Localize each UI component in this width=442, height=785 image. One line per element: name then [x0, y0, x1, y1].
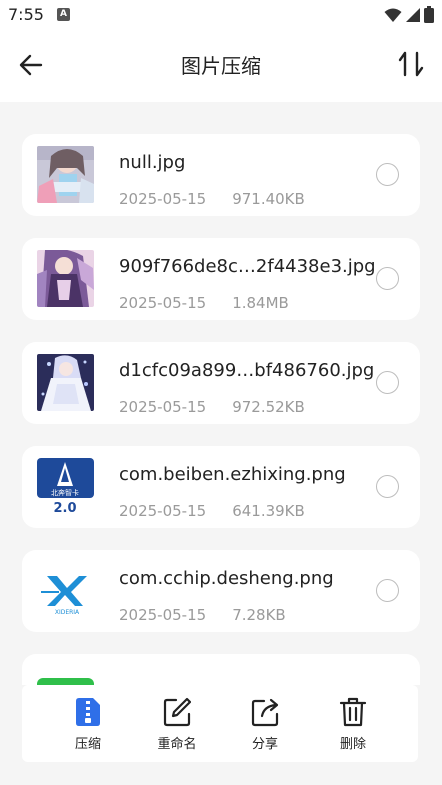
status-time: 7:55	[8, 5, 44, 24]
status-bar: 7:55 A	[0, 0, 442, 30]
list-item[interactable]: 北奔智卡 2.0 com.beiben.ezhixing.png 2025-05…	[22, 446, 420, 528]
app-bar: 图片压缩	[0, 30, 442, 102]
file-size: 7.28KB	[232, 606, 286, 624]
file-meta: 2025-05-15 1.84MB	[119, 294, 289, 312]
file-date: 2025-05-15	[119, 190, 207, 208]
thumbnail-image	[37, 146, 94, 203]
file-date: 2025-05-15	[119, 398, 207, 416]
select-radio[interactable]	[376, 371, 399, 394]
file-name: null.jpg	[119, 152, 186, 173]
bottom-spacer	[0, 762, 442, 785]
file-date: 2025-05-15	[119, 606, 207, 624]
thumbnail-image	[37, 250, 94, 307]
list-item[interactable]: 909f766de8c…2f4438e3.jpg 2025-05-15 1.84M…	[22, 238, 420, 320]
file-size: 1.84MB	[232, 294, 289, 312]
file-meta: 2025-05-15 972.52KB	[119, 398, 305, 416]
sort-button[interactable]	[394, 46, 428, 82]
share-button[interactable]: 分享	[230, 697, 300, 755]
select-radio[interactable]	[376, 163, 399, 186]
zip-file-icon	[76, 698, 100, 726]
logo-text-line1: 北奔智卡	[51, 488, 79, 497]
logo-text-line2: 2.0	[53, 501, 76, 515]
file-size: 971.40KB	[232, 190, 305, 208]
wifi-icon	[384, 8, 402, 22]
trash-icon	[339, 697, 367, 727]
select-radio[interactable]	[376, 475, 399, 498]
signal-icon	[406, 7, 420, 22]
file-meta: 2025-05-15 641.39KB	[119, 502, 305, 520]
share-icon	[251, 698, 279, 727]
sort-arrows-icon	[398, 51, 424, 77]
file-date: 2025-05-15	[119, 294, 207, 312]
compress-label: 压缩	[74, 737, 101, 752]
file-date: 2025-05-15	[119, 502, 207, 520]
logo-brand-text: XIDERIA	[55, 609, 80, 616]
page-title: 图片压缩	[181, 54, 261, 78]
delete-label: 删除	[339, 737, 366, 752]
list-item[interactable]	[22, 654, 420, 685]
list-item[interactable]: null.jpg 2025-05-15 971.40KB	[22, 134, 420, 216]
select-radio[interactable]	[376, 579, 399, 602]
file-name: d1cfc09a899…bf486760.jpg	[119, 360, 375, 381]
file-name: com.cchip.desheng.png	[119, 568, 334, 589]
rename-label: 重命名	[157, 737, 197, 752]
list-item[interactable]: XIDERIA com.cchip.desheng.png 2025-05-15…	[22, 550, 420, 632]
thumbnail-image: XIDERIA	[37, 562, 94, 619]
thumbnail-image	[37, 666, 94, 685]
edit-icon	[163, 697, 191, 727]
file-meta: 2025-05-15 7.28KB	[119, 606, 286, 624]
file-meta: 2025-05-15 971.40KB	[119, 190, 305, 208]
share-label: 分享	[251, 737, 278, 752]
file-name: 909f766de8c…2f4438e3.jpg	[119, 256, 376, 277]
thumbnail-image	[37, 354, 94, 411]
bottom-action-bar: 压缩 重命名 分享 删除	[22, 685, 418, 762]
file-list[interactable]: null.jpg 2025-05-15 971.40KB 909f766de8c……	[0, 102, 442, 685]
select-radio[interactable]	[376, 267, 399, 290]
status-icons	[384, 6, 434, 23]
file-size: 641.39KB	[232, 502, 305, 520]
rename-button[interactable]: 重命名	[142, 697, 212, 755]
file-name: com.beiben.ezhixing.png	[119, 464, 346, 485]
file-size: 972.52KB	[232, 398, 305, 416]
compress-button[interactable]: 压缩	[53, 697, 123, 755]
list-item[interactable]: d1cfc09a899…bf486760.jpg 2025-05-15 972.5…	[22, 342, 420, 424]
notification-badge-icon: A	[57, 8, 70, 21]
thumbnail-image: 北奔智卡 2.0	[37, 458, 94, 515]
battery-icon	[424, 6, 434, 23]
delete-button[interactable]: 删除	[318, 697, 388, 755]
